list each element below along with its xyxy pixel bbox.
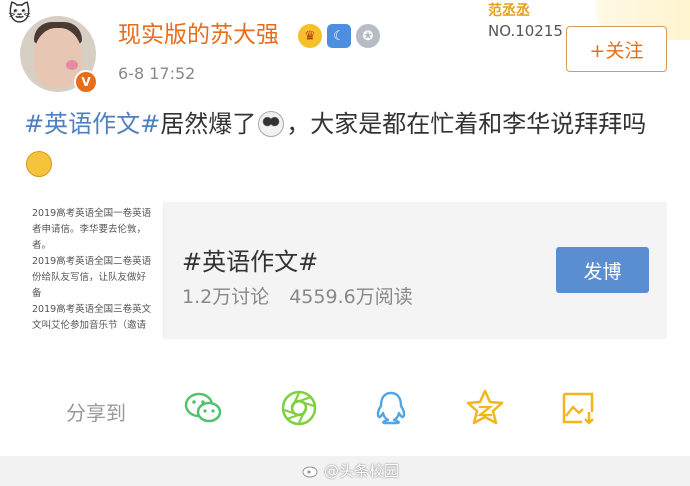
- crown-icon[interactable]: ♛: [298, 24, 322, 48]
- doc-line: 2019高考英语全国一卷英语: [32, 208, 152, 219]
- post-text: #英语作文#居然爆了 ，大家是都在忙着和李华说拜拜吗: [24, 104, 664, 184]
- post-hashtag[interactable]: #英语作文#: [24, 110, 160, 138]
- wechat-icon[interactable]: [183, 388, 223, 428]
- member-icon[interactable]: ☾: [327, 24, 351, 48]
- doc-line: 2019高考英语全国三卷英文: [32, 304, 152, 315]
- share-label: 分享到: [66, 401, 126, 425]
- weibo-logo-icon: [302, 466, 318, 477]
- fan-card-title: 范丞丞: [488, 3, 530, 19]
- medal-icon[interactable]: ✪: [356, 24, 380, 48]
- post-text-part-1: 居然爆了: [160, 110, 257, 138]
- topic-title[interactable]: #英语作文#: [182, 242, 318, 277]
- doc-line: 份给队友写信，让队友做好: [32, 272, 147, 283]
- user-name[interactable]: 现实版的苏大强: [118, 24, 279, 47]
- avatar-cheek: [66, 60, 78, 70]
- moments-icon[interactable]: [279, 388, 319, 428]
- post-time: 6-8 17:52: [118, 64, 196, 83]
- topic-reads: 4559.6万阅读: [289, 286, 413, 308]
- verified-badge: V: [74, 70, 98, 94]
- user-badges: ♛ ☾ ✪: [298, 24, 380, 48]
- qq-icon[interactable]: [371, 388, 411, 428]
- cat-sticker-icon: 🐱: [8, 2, 31, 27]
- topic-stats: 1.2万讨论 4559.6万阅读: [182, 282, 413, 309]
- laugh-cry-emoji-icon: [26, 151, 52, 177]
- qzone-icon[interactable]: [465, 388, 505, 428]
- topic-thumbnail: 2019高考英语全国一卷英语 者申请信。李华要去伦敦， 者。 2019高考英语全…: [24, 202, 164, 339]
- watermark-text: @头条校园: [324, 462, 400, 480]
- panda-emoji-icon: [258, 111, 285, 137]
- doc-line: 备: [32, 288, 42, 299]
- post-button[interactable]: 发博: [556, 247, 649, 293]
- topic-discussions: 1.2万讨论: [182, 286, 270, 308]
- doc-line: 者。: [32, 240, 52, 251]
- post-text-part-2: ，大家是都在忙着和李华说拜拜吗: [286, 110, 647, 138]
- doc-line: 文叫艾伦参加音乐节（邀请: [32, 320, 147, 331]
- doc-line: 者申请信。李华要去伦敦，: [32, 224, 147, 235]
- doc-line: 2019高考英语全国二卷英语: [32, 256, 152, 267]
- topic-card[interactable]: 2019高考英语全国一卷英语 者申请信。李华要去伦敦， 者。 2019高考英语全…: [24, 202, 667, 339]
- watermark: @头条校园: [302, 460, 399, 481]
- save-image-icon[interactable]: [558, 388, 598, 428]
- follow-button[interactable]: +关注: [566, 26, 667, 72]
